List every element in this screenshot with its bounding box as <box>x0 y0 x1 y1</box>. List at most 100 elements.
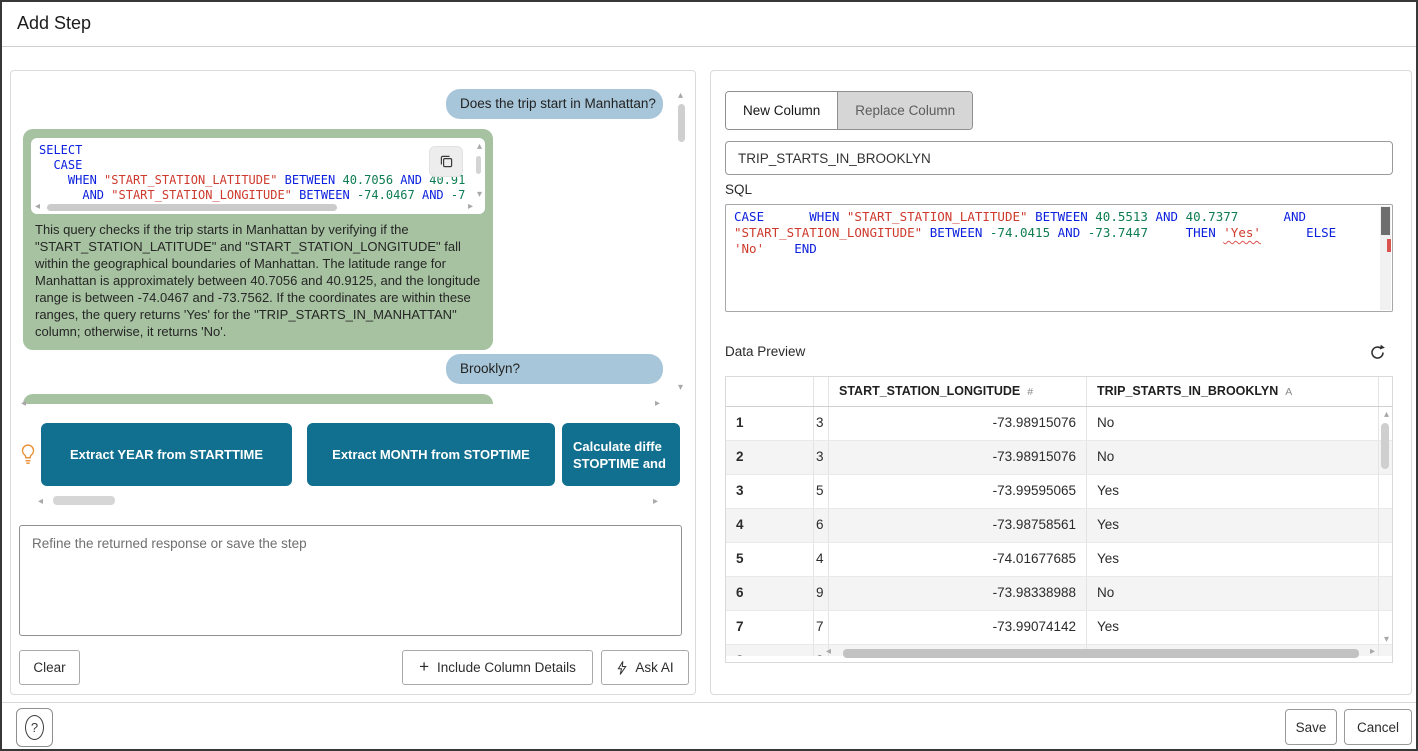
sql-code-block[interactable]: SELECT CASE WHEN "START_STATION_LATITUDE… <box>31 138 485 214</box>
scroll-right-arrow[interactable]: ▸ <box>1370 647 1375 657</box>
table-row[interactable]: 54-74.01677685Yes <box>726 543 1392 577</box>
preview-table-body: 13-73.98915076No23-73.98915076No35-73.99… <box>726 407 1392 656</box>
header-row-number[interactable] <box>726 377 814 406</box>
partial-column-cell: 4 <box>814 543 829 576</box>
user-message-bubble: Brooklyn? <box>446 354 663 384</box>
scroll-left-arrow[interactable]: ◂ <box>826 647 831 657</box>
scroll-right-arrow[interactable]: ▸ <box>468 202 473 212</box>
header-trip-starts-in-brooklyn[interactable]: TRIP_STARTS_IN_BROOKLYNA <box>1087 377 1379 406</box>
scrollbar-thumb[interactable] <box>1381 207 1390 235</box>
scroll-down-arrow[interactable]: ▾ <box>678 383 683 393</box>
table-row[interactable]: 46-73.98758561Yes <box>726 509 1392 543</box>
chat-panel: Does the trip start in Manhattan? ▴ ▾ SE… <box>10 70 696 695</box>
column-name-input[interactable] <box>725 141 1393 175</box>
row-number-cell: 3 <box>726 475 814 508</box>
ask-ai-button[interactable]: Ask AI <box>601 650 689 685</box>
include-column-details-button[interactable]: + Include Column Details <box>402 650 593 685</box>
suggestion-button[interactable]: Extract YEAR from STARTTIME <box>41 423 292 486</box>
table-row[interactable]: 77-73.99074142Yes <box>726 611 1392 645</box>
help-button[interactable]: ? <box>16 708 53 747</box>
sql-editor-text: CASE WHEN "START_STATION_LATITUDE" BETWE… <box>726 205 1392 261</box>
page-title: Add Step <box>17 13 91 34</box>
column-header-label: TRIP_STARTS_IN_BROOKLYN <box>1097 384 1278 398</box>
save-button[interactable]: Save <box>1285 709 1337 745</box>
result-cell: Yes <box>1087 475 1379 508</box>
scroll-left-arrow[interactable]: ◂ <box>38 497 43 507</box>
row-number-cell: 7 <box>726 611 814 644</box>
longitude-cell: -74.01677685 <box>829 543 1087 576</box>
scroll-up-arrow[interactable]: ▴ <box>477 142 482 152</box>
sql-label: SQL <box>725 182 752 197</box>
lightning-icon <box>616 660 627 676</box>
suggestion-button[interactable]: Calculate diffeSTOPTIME and <box>562 423 680 486</box>
clear-button[interactable]: Clear <box>19 650 80 685</box>
result-cell: Yes <box>1087 611 1379 644</box>
user-message-bubble: Does the trip start in Manhattan? <box>446 89 663 119</box>
scroll-right-arrow[interactable]: ▸ <box>653 497 658 507</box>
lightbulb-icon <box>20 444 36 471</box>
header-partial-column[interactable] <box>814 377 829 406</box>
tab-replace-column[interactable]: Replace Column <box>837 92 972 129</box>
scrollbar-thumb[interactable] <box>53 496 115 505</box>
number-type-icon: # <box>1027 386 1033 398</box>
longitude-cell: -73.98915076 <box>829 407 1087 440</box>
scroll-down-arrow[interactable]: ▾ <box>1384 635 1389 645</box>
scrollbar-thumb[interactable] <box>476 156 481 174</box>
row-number-cell: 6 <box>726 577 814 610</box>
result-cell: No <box>1087 441 1379 474</box>
scrollbar-thumb[interactable] <box>843 649 1359 658</box>
prompt-input[interactable] <box>19 525 682 636</box>
add-step-dialog: Add Step Does the trip start in Manhatta… <box>0 0 1418 751</box>
result-cell: Yes <box>1087 543 1379 576</box>
error-marker <box>1387 239 1391 252</box>
partial-column-cell: 3 <box>814 407 829 440</box>
partial-column-cell: 9 <box>814 577 829 610</box>
header-start-station-longitude[interactable]: START_STATION_LONGITUDE # <box>829 377 1087 406</box>
scroll-left-arrow[interactable]: ◂ <box>35 202 40 212</box>
longitude-cell: -73.99074142 <box>829 611 1087 644</box>
copy-icon <box>439 154 454 169</box>
suggestion-button[interactable]: Extract MONTH from STOPTIME <box>307 423 555 486</box>
refresh-button[interactable] <box>1364 342 1390 366</box>
row-number-cell: 1 <box>726 407 814 440</box>
table-row[interactable]: 35-73.99595065Yes <box>726 475 1392 509</box>
tab-new-column[interactable]: New Column <box>726 92 837 129</box>
include-column-details-label: Include Column Details <box>437 660 576 675</box>
longitude-cell: -73.98338988 <box>829 577 1087 610</box>
sql-editor[interactable]: CASE WHEN "START_STATION_LATITUDE" BETWE… <box>725 204 1393 312</box>
scrollbar-thumb[interactable] <box>47 204 337 211</box>
table-row[interactable]: 13-73.98915076No <box>726 407 1392 441</box>
scroll-up-arrow[interactable]: ▴ <box>1384 410 1389 420</box>
longitude-cell: -73.98915076 <box>829 441 1087 474</box>
column-header-label: START_STATION_LONGITUDE <box>839 384 1020 398</box>
table-row[interactable]: 23-73.98915076No <box>726 441 1392 475</box>
scroll-up-arrow[interactable]: ▴ <box>678 91 683 101</box>
scrollbar-track[interactable] <box>1380 206 1391 310</box>
table-header-row: START_STATION_LONGITUDE # TRIP_STARTS_IN_… <box>726 377 1392 407</box>
table-row[interactable]: 69-73.98338988No <box>726 577 1392 611</box>
assistant-message-bubble: SELECT CASE WHEN "START_STATION_LATITUDE… <box>23 129 493 350</box>
result-cell: No <box>1087 577 1379 610</box>
row-number-cell: 2 <box>726 441 814 474</box>
column-editor-panel: New Column Replace Column SQL CASE WHEN … <box>710 70 1412 695</box>
scrollbar-thumb[interactable] <box>678 104 685 142</box>
scrollbar-thumb[interactable] <box>1381 423 1389 469</box>
longitude-cell: -73.99595065 <box>829 475 1087 508</box>
data-preview-label: Data Preview <box>725 344 805 359</box>
row-number-cell: 5 <box>726 543 814 576</box>
footer-divider <box>2 702 1416 703</box>
cancel-button[interactable]: Cancel <box>1344 709 1412 745</box>
row-number-cell: 4 <box>726 509 814 542</box>
copy-button[interactable] <box>429 146 463 177</box>
assistant-message-clipped <box>23 394 493 404</box>
ask-ai-label: Ask AI <box>635 660 673 675</box>
partial-column-cell: 6 <box>814 509 829 542</box>
scroll-right-arrow[interactable]: ▸ <box>655 399 660 409</box>
result-cell: Yes <box>1087 509 1379 542</box>
longitude-cell: -73.98758561 <box>829 509 1087 542</box>
scroll-left-arrow[interactable]: ◂ <box>21 399 26 409</box>
sql-code-text: SELECT CASE WHEN "START_STATION_LATITUDE… <box>31 138 485 208</box>
partial-column-cell: 7 <box>814 611 829 644</box>
scroll-down-arrow[interactable]: ▾ <box>477 190 482 200</box>
data-preview-table: START_STATION_LONGITUDE # TRIP_STARTS_IN_… <box>725 376 1393 663</box>
